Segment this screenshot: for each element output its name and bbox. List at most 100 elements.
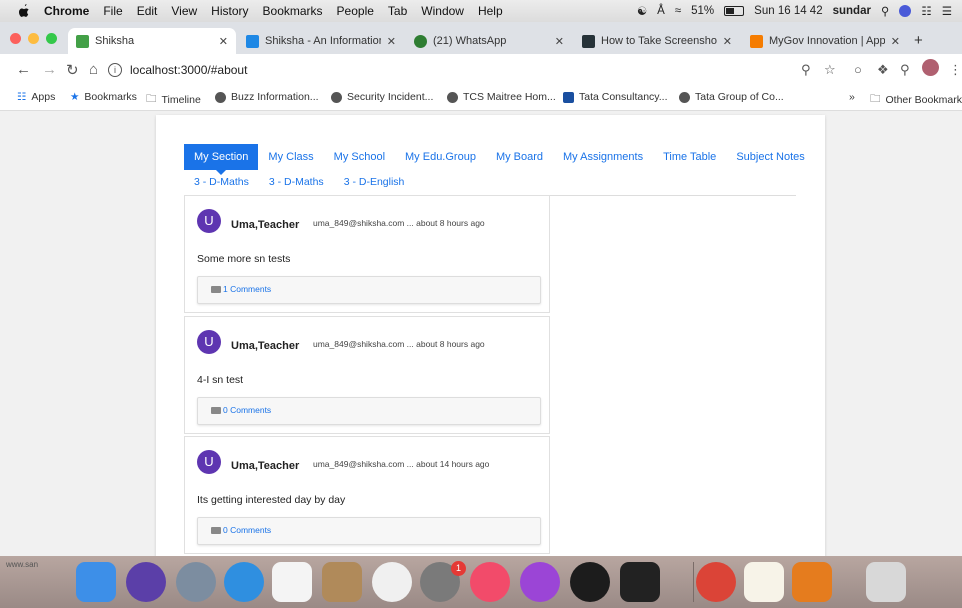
bookmark-security[interactable]: Security Incident... [331,91,433,103]
menu-bookmarks[interactable]: Bookmarks [263,4,323,18]
other-bookmarks[interactable]: 🗀 Other Bookmarks [870,91,962,109]
launchpad-icon[interactable] [176,562,216,602]
post-author[interactable]: Uma,Teacher [231,340,299,352]
menu-chrome[interactable]: Chrome [44,4,89,18]
comments-button[interactable]: 0 Comments [197,397,541,425]
battery-icon[interactable] [724,6,745,16]
minimize-window-button[interactable] [28,33,39,44]
home-icon[interactable]: ⌂ [89,61,98,78]
tab-subject-notes[interactable]: Subject Notes [726,144,814,170]
wifi-icon[interactable]: ≈ [675,5,681,17]
macos-menubar: Chrome File Edit View History Bookmarks … [0,0,962,22]
sublime-text-icon[interactable] [792,562,832,602]
tab-my-section[interactable]: My Section [184,144,259,175]
calculator-icon[interactable] [272,562,312,602]
zoom-window-button[interactable] [46,33,57,44]
close-window-button[interactable] [10,33,21,44]
textedit-icon[interactable] [744,562,784,602]
tab-shiksha-info[interactable]: Shiksha - An Information Ma ✕ [238,28,404,54]
extension-key-icon[interactable]: ⚲ [900,62,910,78]
subtab-3-d-maths[interactable]: 3 - D-Maths [194,176,249,188]
bookmark-tata-group[interactable]: Tata Group of Co... [679,91,784,103]
tab-my-edu-group[interactable]: My Edu.Group [395,144,486,170]
control-center-icon[interactable]: ☷ [921,4,931,18]
menu-people[interactable]: People [337,4,374,18]
browser-tab-strip: Shiksha ✕ Shiksha - An Information Ma ✕ … [0,22,962,54]
comments-button[interactable]: 1 Comments [197,276,541,304]
safari-icon[interactable] [224,562,264,602]
reload-icon[interactable]: ↻ [66,61,79,79]
menu-window[interactable]: Window [421,4,464,18]
clock[interactable]: Sun 16 14 42 [754,5,822,17]
apps-grid-icon: ☷ [17,91,27,103]
apple-tv-icon[interactable] [570,562,610,602]
terminal-icon[interactable] [620,562,660,602]
close-tab-icon[interactable]: ✕ [219,35,228,48]
post-body: Its getting interested day by day [197,494,346,506]
avatar[interactable]: U [197,209,221,233]
address-bar[interactable]: i localhost:3000/#about [108,58,828,82]
bluetooth-icon[interactable]: Å [657,5,665,17]
post-author[interactable]: Uma,Teacher [231,460,299,472]
tab-time-table[interactable]: Time Table [653,144,726,170]
close-tab-icon[interactable]: ✕ [723,35,732,48]
site-info-icon[interactable]: i [108,63,122,77]
zoom-icon[interactable]: ⚲ [801,62,811,78]
bookmark-bookmarks[interactable]: ★ Bookmarks [70,91,137,103]
trash-icon[interactable] [866,562,906,602]
extension-circle-icon[interactable]: ○ [854,62,862,77]
siri-icon[interactable] [126,562,166,602]
tab-whatsapp[interactable]: (21) WhatsApp ✕ [406,28,572,54]
siri-menubar-icon[interactable] [899,5,912,17]
tab-my-board[interactable]: My Board [486,144,553,170]
menu-help[interactable]: Help [478,4,503,18]
menu-edit[interactable]: Edit [137,4,158,18]
apps-shortcut[interactable]: ☷ Apps [17,91,55,103]
subtab-3-d-english[interactable]: 3 - D-English [344,176,405,188]
new-tab-button[interactable]: + [914,32,923,49]
bookmark-tata-consultancy[interactable]: Tata Consultancy... [563,91,668,103]
apple-logo-icon[interactable] [18,4,30,18]
bookmark-buzz[interactable]: Buzz Information... [215,91,319,103]
tab-my-class[interactable]: My Class [258,144,323,170]
forward-arrow-icon[interactable]: → [42,61,57,78]
tab-screenshots[interactable]: How to Take Screenshots in ✕ [574,28,740,54]
menu-tab[interactable]: Tab [388,4,407,18]
music-icon[interactable] [470,562,510,602]
chrome-menu-icon[interactable]: ⋮ [949,62,962,78]
notification-center-icon[interactable]: ☰ [942,4,952,18]
tab-my-assignments[interactable]: My Assignments [553,144,653,170]
chrome-icon[interactable] [696,562,736,602]
user-name[interactable]: sundar [833,5,871,17]
menu-file[interactable]: File [103,4,122,18]
tab-mygov[interactable]: MyGov Innovation | App Cha ✕ [742,28,908,54]
back-arrow-icon[interactable]: ← [16,61,31,78]
post-author[interactable]: Uma,Teacher [231,219,299,231]
menu-history[interactable]: History [211,4,248,18]
battery-percent[interactable]: 51% [691,5,714,17]
spotlight-search-icon[interactable]: ⚲ [881,4,889,18]
url-text: localhost:3000/#about [130,63,248,77]
post-meta: uma_849@shiksha.com ... about 8 hours ag… [313,339,485,349]
contacts-icon[interactable] [322,562,362,602]
profile-avatar-icon[interactable] [922,59,939,76]
subtab-3-d-maths-2[interactable]: 3 - D-Maths [269,176,324,188]
close-tab-icon[interactable]: ✕ [891,35,900,48]
avatar[interactable]: U [197,450,221,474]
accessibility-icon[interactable]: ☯ [637,4,647,18]
extension-puzzle-icon[interactable]: ❖ [877,62,889,78]
finder-icon[interactable] [76,562,116,602]
menu-view[interactable]: View [171,4,197,18]
podcasts-icon[interactable] [520,562,560,602]
tab-shiksha[interactable]: Shiksha ✕ [68,28,236,54]
bookmark-timeline[interactable]: 🗀 Timeline [146,91,201,109]
comments-button[interactable]: 0 Comments [197,517,541,545]
avatar[interactable]: U [197,330,221,354]
photos-icon[interactable] [372,562,412,602]
close-tab-icon[interactable]: ✕ [387,35,396,48]
bookmarks-overflow-button[interactable]: » [849,91,855,103]
bookmark-tcs-maitree[interactable]: TCS Maitree Hom... [447,91,556,103]
tab-my-school[interactable]: My School [324,144,395,170]
bookmark-star-icon[interactable]: ☆ [824,62,836,78]
close-tab-icon[interactable]: ✕ [555,35,564,48]
